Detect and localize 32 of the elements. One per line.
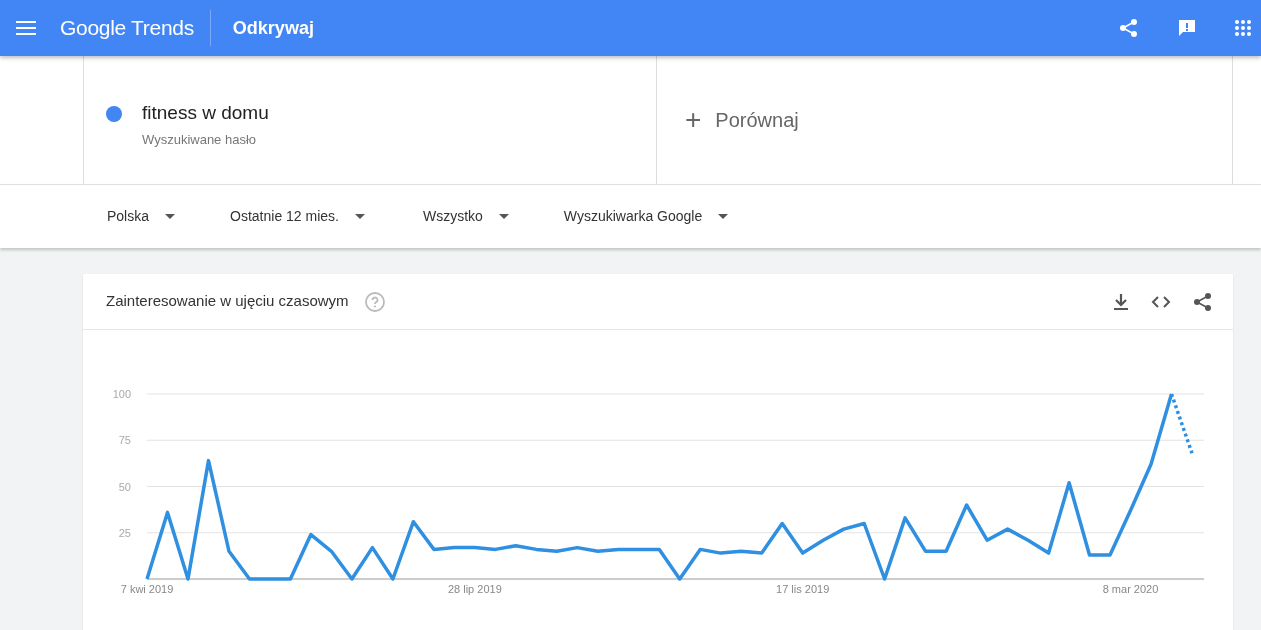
- logo[interactable]: Google Trends: [60, 12, 194, 44]
- caret-icon: [165, 214, 176, 219]
- search-term[interactable]: fitness w domu: [142, 99, 269, 128]
- caret-icon: [498, 214, 509, 219]
- y-tick-label: 50: [118, 480, 131, 493]
- y-tick-label: 100: [112, 388, 131, 400]
- x-tick-label: 8 mar 2020: [1102, 583, 1159, 595]
- caret-icon: [354, 214, 365, 219]
- partial-trend-line: [1169, 393, 1194, 454]
- section-title: Odkrywaj: [209, 10, 314, 46]
- download-icon[interactable]: [1113, 292, 1129, 311]
- help-icon[interactable]: [364, 291, 385, 312]
- apps-icon[interactable]: [1235, 20, 1251, 36]
- caret-icon: [718, 214, 729, 219]
- x-tick-label: 7 kwi 2019: [120, 583, 174, 595]
- filter-dropdown[interactable]: Polska: [107, 206, 176, 227]
- x-tick-label: 28 lip 2019: [447, 583, 502, 595]
- compare-link[interactable]: Porównaj: [715, 105, 799, 135]
- feedback-icon[interactable]: [1177, 18, 1197, 38]
- card-title: Zainteresowanie w ujęciu czasowym: [106, 291, 349, 312]
- filter-dropdown[interactable]: Ostatnie 12 mies.: [230, 206, 365, 227]
- share-icon[interactable]: [1193, 291, 1213, 312]
- filter-dropdown[interactable]: Wszystko: [422, 206, 509, 227]
- y-tick-label: 25: [118, 526, 131, 539]
- menu-button[interactable]: [16, 21, 36, 35]
- filter-dropdown[interactable]: Wyszukiwarka Google: [563, 206, 729, 227]
- x-tick-label: 17 lis 2019: [776, 583, 830, 595]
- add-icon[interactable]: +: [685, 99, 702, 141]
- share-icon[interactable]: [1119, 18, 1139, 38]
- embed-code-icon[interactable]: [1151, 294, 1171, 309]
- y-tick-label: 75: [118, 434, 131, 447]
- term-sublabel: Wyszukiwane hasło: [142, 130, 258, 149]
